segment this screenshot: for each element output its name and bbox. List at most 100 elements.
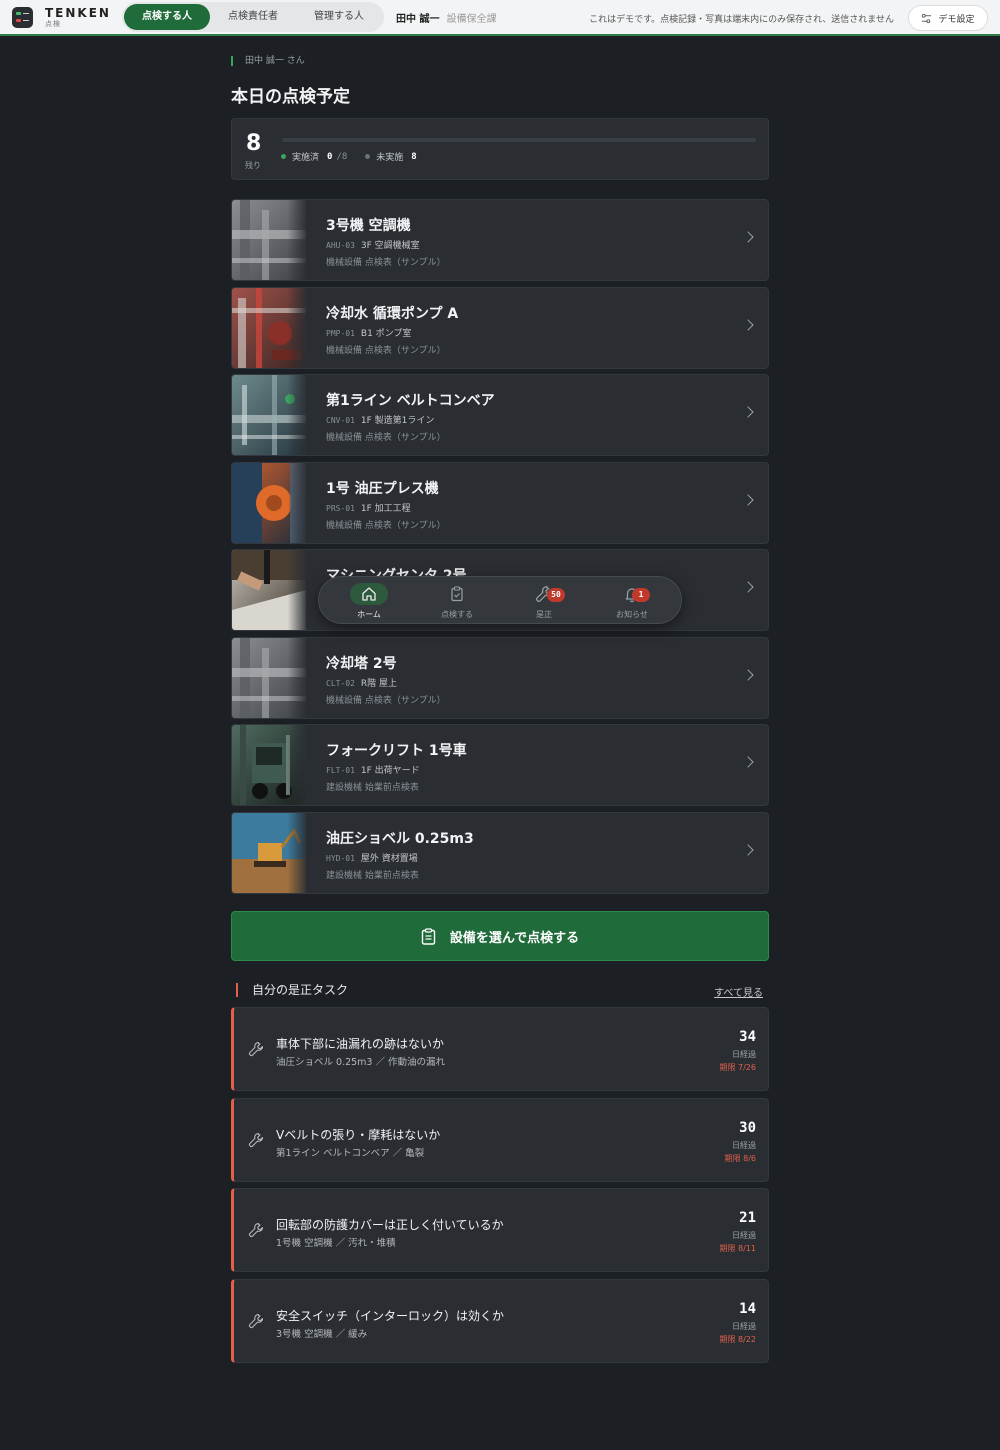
equipment-form: 建設機械 始業前点検表 (326, 870, 419, 881)
equipment-card[interactable]: 3号機 空調機 AHU-03 3F 空調機械室 機械設備 点検表（サンプル） (231, 199, 769, 281)
corrective-task-card[interactable]: 安全スイッチ（インターロック）は効くか 3号機 空調機 ／ 緩み 14 日経過 … (231, 1279, 769, 1364)
equipment-card[interactable]: 冷却塔 2号 CLT-02 R階 屋上 機械設備 点検表（サンプル） (231, 636, 769, 719)
pending-count: 8 (411, 151, 417, 162)
equipment-form: 機械設備 点検表（サンプル） (326, 695, 446, 706)
equipment-photo (232, 637, 306, 718)
user-info: 田中 誠一 設備保全課 (396, 10, 497, 25)
task-due-date: 期限 7/26 (719, 1063, 756, 1072)
main-content: 田中 誠一 さん 本日の点検予定 8 残り 実施済 0 /8 未実施 8 3号機… (231, 56, 769, 1364)
user-department: 設備保全課 (446, 13, 497, 25)
task-subtitle: 3号機 空調機 ／ 緩み (276, 1329, 368, 1341)
task-title: 回転部の防護カバーは正しく付いているか (276, 1218, 504, 1233)
equipment-code: AHU-03 (326, 241, 355, 250)
equipment-code: PRS-01 (326, 503, 355, 513)
equipment-meta: PRS-01 1F 加工工程 (326, 501, 411, 514)
corrective-task-card[interactable]: 車体下部に油漏れの跡はないか 油圧ショベル 0.25m3 ／ 作動油の漏れ 34… (231, 1007, 769, 1091)
tasks-title: 自分の是正タスク (236, 983, 769, 997)
progress-bar (282, 138, 756, 142)
equipment-card[interactable]: 油圧ショベル 0.25m3 HYD-01 屋外 資材置場 建設機械 始業前点検表 (231, 811, 769, 894)
equipment-name: 冷却水 循環ポンプ A (326, 305, 459, 322)
equipment-code: CLT-02 (326, 678, 355, 688)
page-title: 本日の点検予定 (231, 87, 350, 107)
task-subtitle: 1号機 空調機 ／ 汚れ・堆積 (276, 1238, 396, 1250)
equipment-photo (232, 287, 306, 368)
equipment-photo (232, 550, 306, 630)
nav-home[interactable]: ホーム (334, 577, 404, 625)
wrench-icon (248, 1313, 264, 1333)
equipment-list: 3号機 空調機 AHU-03 3F 空調機械室 機械設備 点検表（サンプル） 冷却… (231, 199, 769, 899)
equipment-code: FLT-01 (326, 766, 355, 775)
equipment-code: HYD-01 (326, 853, 355, 863)
equipment-name: 第1ライン ベルトコンベア (326, 393, 495, 409)
app-logo[interactable]: TENKEN 点検 (12, 5, 120, 28)
tasks-header: 自分の是正タスク すべて見る (236, 983, 769, 999)
nav-notifications[interactable]: お知らせ 1 (597, 577, 667, 625)
tab-supervisor[interactable]: 点検責任者 (210, 4, 296, 30)
demo-settings-button[interactable]: デモ設定 (908, 5, 988, 31)
task-subtitle: 油圧ショベル 0.25m3 ／ 作動油の漏れ (276, 1057, 446, 1068)
chevron-right-icon (742, 668, 754, 681)
nav-badge: 1 (632, 588, 650, 602)
logo-subtitle: 点検 (45, 19, 61, 28)
task-title: 安全スイッチ（インターロック）は効くか (276, 1309, 505, 1324)
equipment-card[interactable]: 第1ライン ベルトコンベア CNV-01 1F 製造第1ライン 機械設備 点検表（… (231, 374, 769, 456)
equipment-location: R階 屋上 (360, 678, 398, 689)
tab-manager[interactable]: 管理する人 (296, 4, 382, 30)
nav-label: お知らせ (616, 610, 648, 619)
chevron-right-icon (742, 843, 754, 856)
chevron-right-icon (742, 581, 754, 593)
task-list: 車体下部に油漏れの跡はないか 油圧ショベル 0.25m3 ／ 作動油の漏れ 34… (231, 1007, 769, 1370)
equipment-card[interactable]: 1号 油圧プレス機 PRS-01 1F 加工工程 機械設備 点検表（サンプル） (231, 461, 769, 544)
equipment-meta: CNV-01 1F 製造第1ライン (326, 413, 434, 426)
nav-label: 点検する (441, 610, 473, 619)
equipment-location: 1F 加工工程 (360, 503, 411, 514)
nav-inspect[interactable]: 点検する (422, 577, 492, 625)
equipment-form: 機械設備 点検表（サンプル） (326, 345, 446, 356)
see-all-link[interactable]: すべて見る (714, 984, 763, 999)
clipboard-icon (448, 585, 466, 603)
equipment-card[interactable]: フォークリフト 1号車 FLT-01 1F 出荷ヤード 建設機械 始業前点検表 (231, 724, 769, 806)
wrench-icon (248, 1041, 264, 1061)
equipment-card[interactable]: 冷却水 循環ポンプ A PMP-01 B1 ポンプ室 機械設備 点検表（サンプル） (231, 286, 769, 369)
bottom-nav: ホーム 点検する 是正 50 お知らせ 1 (318, 576, 682, 624)
chevron-right-icon (742, 318, 754, 331)
cta-label: 設備を選んで点検する (449, 930, 580, 946)
equipment-code: CNV-01 (326, 416, 355, 425)
equipment-photo (232, 462, 306, 543)
nav-label: 是正 (536, 610, 552, 619)
tab-inspector[interactable]: 点検する人 (124, 4, 210, 30)
greeting: 田中 誠一 さん (231, 56, 769, 66)
corrective-task-card[interactable]: Vベルトの張り・摩耗はないか 第1ライン ベルトコンベア ／ 亀裂 30 日経過… (231, 1097, 769, 1182)
demo-notice: これはデモです。点検記録・写真は端末内にのみ保存され、送信されません (589, 15, 894, 25)
logo-title: TENKEN (45, 5, 111, 20)
nav-corrective[interactable]: 是正 50 (509, 577, 579, 625)
equipment-location: 1F 製造第1ライン (360, 416, 435, 426)
demo-settings-label: デモ設定 (938, 14, 975, 25)
equipment-location: B1 ポンプ室 (360, 328, 412, 339)
role-tabs: 点検する人 点検責任者 管理する人 (122, 2, 384, 32)
task-days-label: 日経過 (732, 1140, 756, 1150)
task-days-label: 日経過 (732, 1231, 756, 1241)
done-total: /8 (336, 151, 348, 162)
equipment-name: フォークリフト 1号車 (326, 743, 467, 759)
equipment-photo (232, 725, 306, 805)
task-subtitle: 第1ライン ベルトコンベア ／ 亀裂 (276, 1147, 425, 1159)
equipment-form: 機械設備 点検表（サンプル） (326, 433, 446, 443)
select-equipment-button[interactable]: 設備を選んで点検する (231, 911, 769, 961)
equipment-meta: PMP-01 B1 ポンプ室 (326, 326, 411, 339)
nav-badge: 50 (547, 588, 565, 602)
remaining-count: 8 (246, 131, 262, 156)
equipment-code: PMP-01 (326, 328, 355, 338)
task-days-elapsed: 30 (739, 1119, 756, 1136)
clipboard-icon (421, 927, 436, 945)
equipment-location: 3F 空調機械室 (360, 241, 420, 251)
equipment-photo (232, 375, 306, 455)
equipment-meta: HYD-01 屋外 資材置場 (326, 851, 418, 864)
corrective-task-card[interactable]: 回転部の防護カバーは正しく付いているか 1号機 空調機 ／ 汚れ・堆積 21 日… (231, 1188, 769, 1273)
task-days-elapsed: 14 (739, 1301, 756, 1318)
equipment-name: 冷却塔 2号 (326, 655, 397, 672)
remaining-label: 残り (245, 161, 261, 170)
wrench-icon (248, 1132, 264, 1152)
progress-stats: 実施済 0 /8 未実施 8 (281, 150, 417, 163)
equipment-name: 1号 油圧プレス機 (326, 480, 439, 497)
